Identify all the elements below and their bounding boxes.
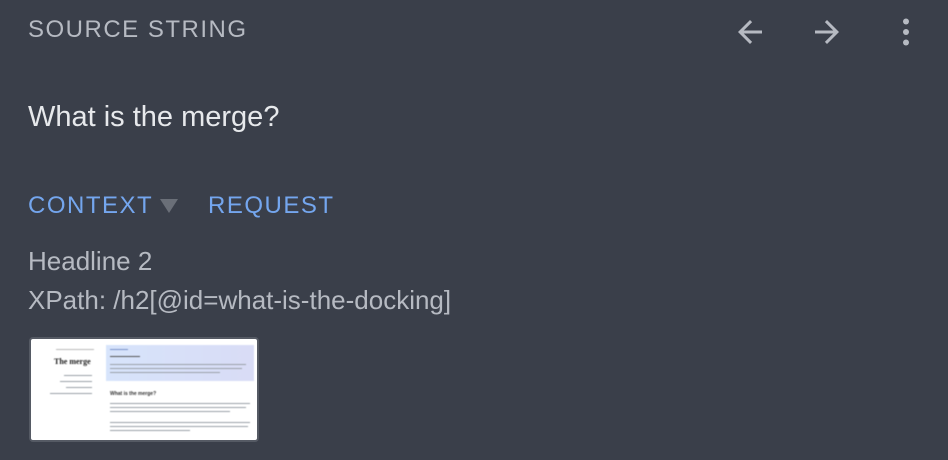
thumbnail-body-line bbox=[110, 422, 250, 423]
thumbnail-toc-line bbox=[50, 393, 92, 394]
thumbnail-body-line bbox=[110, 407, 246, 408]
thumbnail-toc-line bbox=[66, 387, 92, 388]
more-options-button[interactable] bbox=[886, 12, 926, 52]
arrow-right-icon bbox=[815, 20, 839, 44]
thumbnail-hero-banner bbox=[106, 345, 254, 381]
source-string-text: What is the merge? bbox=[28, 101, 280, 133]
thumbnail-body-line bbox=[110, 426, 248, 427]
thumbnail-hero-line bbox=[110, 349, 128, 350]
more-vertical-icon bbox=[903, 18, 909, 46]
tab-request[interactable]: REQUEST bbox=[208, 192, 335, 220]
thumbnail-toc-line bbox=[60, 381, 92, 382]
caret-down-icon[interactable] bbox=[160, 199, 178, 213]
next-string-button[interactable] bbox=[807, 12, 847, 52]
context-element-type: Headline 2 bbox=[28, 246, 153, 276]
thumbnail-body-line bbox=[110, 411, 230, 412]
tab-context[interactable]: CONTEXT bbox=[28, 192, 153, 220]
thumbnail-page-title: The merge bbox=[54, 357, 91, 366]
arrow-left-icon bbox=[738, 20, 762, 44]
thumbnail-nav-line bbox=[56, 349, 94, 350]
context-xpath: XPath: /h2[@id=what-is-the-docking] bbox=[28, 285, 452, 315]
context-screenshot-thumbnail[interactable]: The merge What is the merge? bbox=[29, 337, 259, 442]
thumbnail-page-preview: The merge What is the merge? bbox=[34, 342, 254, 437]
thumbnail-body-line bbox=[110, 430, 190, 431]
thumbnail-section-heading: What is the merge? bbox=[110, 391, 157, 397]
section-label: SOURCE STRING bbox=[28, 16, 248, 43]
thumbnail-hero-line bbox=[110, 368, 242, 369]
thumbnail-hero-line bbox=[110, 364, 246, 365]
thumbnail-hero-line bbox=[110, 372, 220, 373]
previous-string-button[interactable] bbox=[730, 12, 770, 52]
source-string-panel: SOURCE STRING What is the merge? CONTEXT… bbox=[0, 0, 948, 460]
thumbnail-body-line bbox=[110, 403, 250, 404]
thumbnail-toc-line bbox=[64, 375, 92, 376]
thumbnail-hero-line bbox=[110, 356, 140, 357]
